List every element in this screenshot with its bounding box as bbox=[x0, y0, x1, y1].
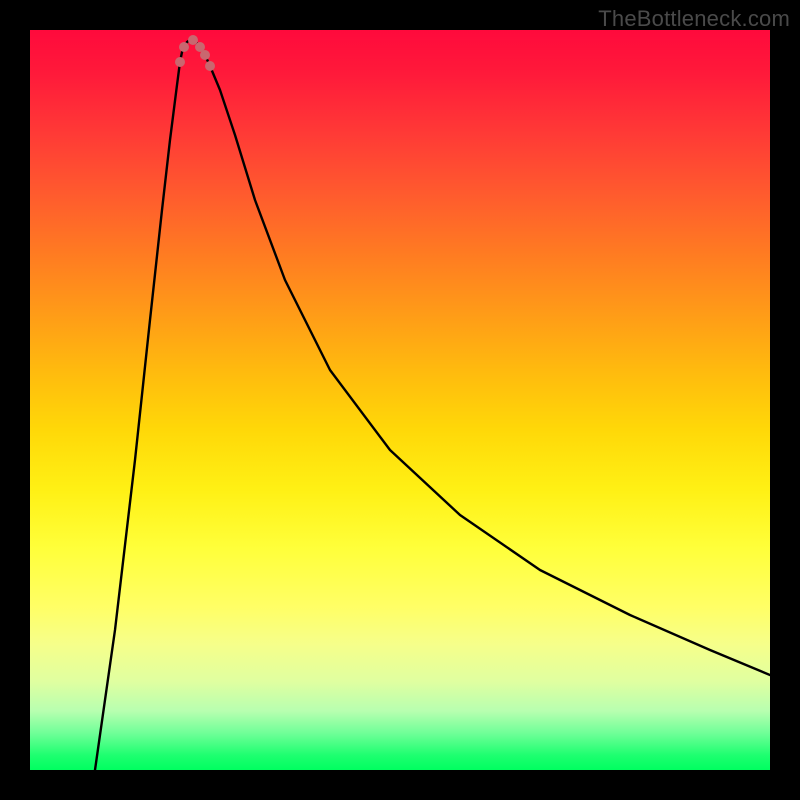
bottleneck-curve bbox=[95, 40, 770, 770]
curve-marker bbox=[175, 57, 185, 67]
curve-marker bbox=[179, 42, 189, 52]
chart-frame bbox=[30, 30, 770, 770]
watermark-text: TheBottleneck.com bbox=[598, 6, 790, 32]
curve-marker bbox=[205, 61, 215, 71]
curve-marker bbox=[200, 50, 210, 60]
chart-svg bbox=[30, 30, 770, 770]
